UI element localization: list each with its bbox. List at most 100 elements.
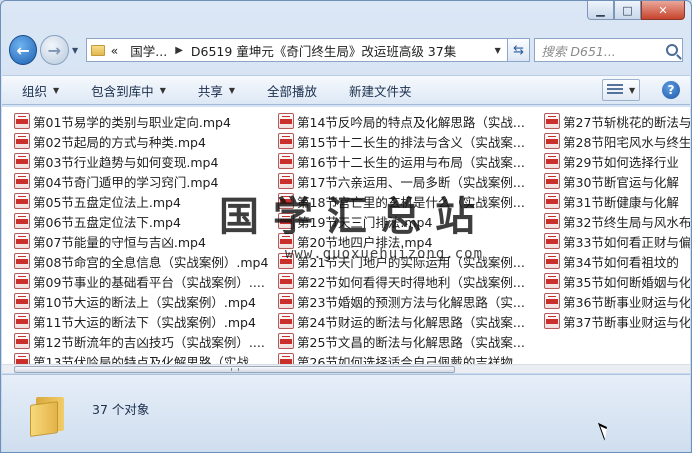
video-file-icon [544, 293, 560, 309]
chevron-down-icon[interactable]: ▼ [629, 86, 635, 95]
file-name: 第22节如何看得天时得地利（实战案例... [297, 274, 525, 290]
file-item[interactable]: 第19节天三门排法.mp4 [274, 211, 536, 231]
file-name: 第10节大运的断法上（实战案例）.mp4 [33, 294, 256, 310]
folder-icon [30, 393, 70, 437]
organize-menu[interactable]: 组织 ▼ [22, 81, 59, 100]
file-item[interactable]: 第24节财运的断法与化解思路（实战案... [274, 311, 536, 331]
share-menu[interactable]: 共享 ▼ [198, 81, 235, 100]
file-item[interactable]: 第07节能量的守恒与吉凶.mp4 [10, 231, 272, 251]
file-name: 第14节反吟局的特点及化解思路（实战... [297, 114, 525, 130]
file-item[interactable]: 第01节易学的类别与职业定向.mp4 [10, 111, 272, 131]
chevron-right-icon[interactable]: ▶ [175, 45, 183, 56]
file-item[interactable]: 第03节行业趋势与如何变现.mp4 [10, 151, 272, 171]
file-item[interactable]: 第14节反吟局的特点及化解思路（实战... [274, 111, 536, 131]
file-item[interactable]: 第34节如何看祖坟的 [540, 251, 690, 271]
address-bar[interactable]: « 国学... ▶ D6519 童坤元《奇门终生局》改运班高级 37集 ▼ [85, 38, 508, 62]
file-item[interactable]: 第33节如何看正财与偏财 [540, 231, 690, 251]
file-item[interactable]: 第29节如何选择行业 [540, 151, 690, 171]
file-item[interactable]: 第27节斩桃花的断法与化解 [540, 111, 690, 131]
video-file-icon [278, 313, 294, 329]
file-item[interactable]: 第37节断事业财运与化解 [540, 311, 690, 331]
file-list: 第01节易学的类别与职业定向.mp4 第02节起局的方式与种类.mp4 第03节行业… [2, 107, 690, 370]
breadcrumb-item-current[interactable]: D6519 童坤元《奇门终生局》改运班高级 37集 [191, 41, 456, 60]
file-name: 第07节能量的守恒与吉凶.mp4 [33, 234, 206, 250]
new-folder-button[interactable]: 新建文件夹 [349, 81, 412, 100]
file-item[interactable]: 第32节终生局与风水布局 [540, 211, 690, 231]
folder-icon [90, 44, 105, 56]
video-file-icon [278, 193, 294, 209]
file-item[interactable]: 第21节天门地户的实际运用（实战案例... [274, 251, 536, 271]
file-name: 第03节行业趋势与如何变现.mp4 [33, 154, 219, 170]
play-all-label: 全部播放 [267, 83, 318, 99]
play-all-button[interactable]: 全部播放 [267, 81, 317, 100]
address-dropdown-icon[interactable]: ▼ [495, 46, 501, 55]
file-item[interactable]: 第18节宫亡里的玄机是什么（实战案例... [274, 191, 536, 211]
file-item[interactable]: 第10节大运的断法上（实战案例）.mp4 [10, 291, 272, 311]
file-name: 第31节断健康与化解 [563, 194, 679, 210]
file-name: 第28节阳宅风水与终生局 [563, 134, 690, 150]
file-item[interactable]: 第11节大运的断法下（实战案例）.mp4 [10, 311, 272, 331]
file-item[interactable]: 第16节十二长生的运用与布局（实战案... [274, 151, 536, 171]
file-name: 第27节斩桃花的断法与化解 [563, 114, 690, 130]
file-name: 第08节命宫的全息信息（实战案例）.mp4 [33, 254, 269, 270]
file-item[interactable]: 第25节文昌的断法与化解思路（实战案... [274, 331, 536, 351]
chevron-down-icon: ▼ [159, 85, 166, 95]
video-file-icon [544, 133, 560, 149]
video-file-icon [14, 273, 30, 289]
file-item[interactable]: 第15节十二长生的排法与含义（实战案... [274, 131, 536, 151]
video-file-icon [544, 213, 560, 229]
refresh-button[interactable]: ⇆ [507, 38, 531, 62]
file-list-pane: 第01节易学的类别与职业定向.mp4 第02节起局的方式与种类.mp4 第03节行业… [2, 107, 690, 373]
video-file-icon [278, 113, 294, 129]
video-file-icon [278, 293, 294, 309]
scrollbar-thumb[interactable] [14, 366, 455, 373]
change-view-button[interactable]: ▼ [602, 79, 640, 101]
file-item[interactable]: 第04节奇门遁甲的学习窍门.mp4 [10, 171, 272, 191]
file-item[interactable]: 第17节六亲运用、一局多断（实战案例... [274, 171, 536, 191]
file-item[interactable]: 第06节五盘定位法下.mp4 [10, 211, 272, 231]
file-item[interactable]: 第30节断官运与化解 [540, 171, 690, 191]
file-name: 第33节如何看正财与偏财 [563, 234, 690, 250]
file-name: 第34节如何看祖坟的 [563, 254, 679, 270]
file-name: 第09节事业的基础看平台（实战案例）.... [33, 274, 265, 290]
file-item[interactable]: 第36节断事业财运与化解 [540, 291, 690, 311]
file-item[interactable]: 第23节婚姻的预测方法与化解思路（实... [274, 291, 536, 311]
file-item[interactable]: 第31节断健康与化解 [540, 191, 690, 211]
video-file-icon [544, 253, 560, 269]
help-icon[interactable]: ? [662, 81, 680, 99]
minimize-button[interactable]: ▁ [587, 1, 614, 20]
address-chevron[interactable]: « [111, 43, 119, 58]
history-dropdown-icon[interactable]: ▼ [69, 46, 82, 55]
video-file-icon [14, 253, 30, 269]
file-item[interactable]: 第02节起局的方式与种类.mp4 [10, 131, 272, 151]
file-name: 第29节如何选择行业 [563, 154, 679, 170]
file-name: 第05节五盘定位法上.mp4 [33, 194, 181, 210]
file-item[interactable]: 第35节如何断婚姻与化解 [540, 271, 690, 291]
forward-button[interactable]: → [40, 35, 69, 65]
search-input[interactable]: 搜索 D651... [534, 38, 683, 62]
file-name: 第04节奇门遁甲的学习窍门.mp4 [33, 174, 219, 190]
file-item[interactable]: 第22节如何看得天时得地利（实战案例... [274, 271, 536, 291]
video-file-icon [14, 173, 30, 189]
file-name: 第20节地四户排法.mp4 [297, 234, 433, 250]
video-file-icon [278, 153, 294, 169]
search-icon[interactable] [666, 44, 678, 56]
close-button[interactable]: ✕ [641, 1, 685, 20]
file-name: 第15节十二长生的排法与含义（实战案... [297, 134, 525, 150]
video-file-icon [14, 133, 30, 149]
maximize-button[interactable]: □ [614, 1, 641, 20]
file-item[interactable]: 第08节命宫的全息信息（实战案例）.mp4 [10, 251, 272, 271]
file-item[interactable]: 第28节阳宅风水与终生局 [540, 131, 690, 151]
file-item[interactable]: 第20节地四户排法.mp4 [274, 231, 536, 251]
include-in-library-menu[interactable]: 包含到库中 ▼ [91, 81, 166, 100]
file-item[interactable]: 第12节断流年的吉凶技巧（实战案例）.... [10, 331, 272, 351]
file-item[interactable]: 第09节事业的基础看平台（实战案例）.... [10, 271, 272, 291]
file-item[interactable]: 第05节五盘定位法上.mp4 [10, 191, 272, 211]
file-name: 第35节如何断婚姻与化解 [563, 274, 690, 290]
file-name: 第06节五盘定位法下.mp4 [33, 214, 181, 230]
back-button[interactable]: ← [9, 35, 38, 65]
video-file-icon [278, 273, 294, 289]
scrollbar-grip-icon [231, 368, 239, 371]
horizontal-scrollbar[interactable] [2, 364, 690, 373]
breadcrumb-item-root[interactable]: 国学... [130, 41, 167, 60]
